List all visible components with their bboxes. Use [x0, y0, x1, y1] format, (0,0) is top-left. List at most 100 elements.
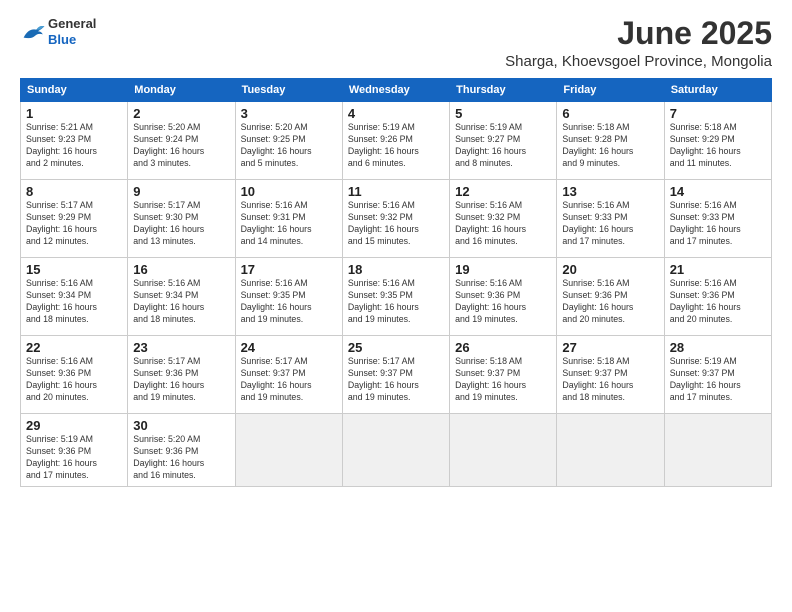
table-row: 24Sunrise: 5:17 AM Sunset: 9:37 PM Dayli… [235, 336, 342, 414]
table-row [664, 414, 771, 487]
day-info: Sunrise: 5:17 AM Sunset: 9:36 PM Dayligh… [133, 356, 229, 404]
day-number: 16 [133, 262, 229, 277]
day-number: 3 [241, 106, 337, 121]
day-number: 29 [26, 418, 122, 433]
day-info: Sunrise: 5:16 AM Sunset: 9:33 PM Dayligh… [670, 200, 766, 248]
title-block: June 2025 Sharga, Khoevsgoel Province, M… [505, 16, 772, 70]
table-row: 11Sunrise: 5:16 AM Sunset: 9:32 PM Dayli… [342, 180, 449, 258]
day-number: 5 [455, 106, 551, 121]
table-row: 3Sunrise: 5:20 AM Sunset: 9:25 PM Daylig… [235, 102, 342, 180]
table-row: 19Sunrise: 5:16 AM Sunset: 9:36 PM Dayli… [450, 258, 557, 336]
day-info: Sunrise: 5:17 AM Sunset: 9:29 PM Dayligh… [26, 200, 122, 248]
page: General Blue June 2025 Sharga, Khoevsgoe… [0, 0, 792, 497]
col-thursday: Thursday [450, 79, 557, 102]
day-info: Sunrise: 5:20 AM Sunset: 9:25 PM Dayligh… [241, 122, 337, 170]
day-info: Sunrise: 5:18 AM Sunset: 9:37 PM Dayligh… [562, 356, 658, 404]
table-row: 2Sunrise: 5:20 AM Sunset: 9:24 PM Daylig… [128, 102, 235, 180]
day-number: 24 [241, 340, 337, 355]
day-info: Sunrise: 5:18 AM Sunset: 9:37 PM Dayligh… [455, 356, 551, 404]
day-number: 25 [348, 340, 444, 355]
table-row: 1Sunrise: 5:21 AM Sunset: 9:23 PM Daylig… [21, 102, 128, 180]
day-info: Sunrise: 5:16 AM Sunset: 9:36 PM Dayligh… [26, 356, 122, 404]
day-info: Sunrise: 5:19 AM Sunset: 9:37 PM Dayligh… [670, 356, 766, 404]
table-row: 15Sunrise: 5:16 AM Sunset: 9:34 PM Dayli… [21, 258, 128, 336]
table-row: 22Sunrise: 5:16 AM Sunset: 9:36 PM Dayli… [21, 336, 128, 414]
col-saturday: Saturday [664, 79, 771, 102]
day-info: Sunrise: 5:16 AM Sunset: 9:32 PM Dayligh… [348, 200, 444, 248]
day-info: Sunrise: 5:17 AM Sunset: 9:37 PM Dayligh… [241, 356, 337, 404]
day-info: Sunrise: 5:16 AM Sunset: 9:35 PM Dayligh… [348, 278, 444, 326]
table-row: 25Sunrise: 5:17 AM Sunset: 9:37 PM Dayli… [342, 336, 449, 414]
day-info: Sunrise: 5:18 AM Sunset: 9:28 PM Dayligh… [562, 122, 658, 170]
calendar-header-row: Sunday Monday Tuesday Wednesday Thursday… [21, 79, 772, 102]
day-number: 21 [670, 262, 766, 277]
table-row: 26Sunrise: 5:18 AM Sunset: 9:37 PM Dayli… [450, 336, 557, 414]
day-info: Sunrise: 5:16 AM Sunset: 9:34 PM Dayligh… [26, 278, 122, 326]
day-number: 27 [562, 340, 658, 355]
day-info: Sunrise: 5:16 AM Sunset: 9:36 PM Dayligh… [562, 278, 658, 326]
logo-icon [22, 21, 46, 43]
table-row: 17Sunrise: 5:16 AM Sunset: 9:35 PM Dayli… [235, 258, 342, 336]
day-number: 23 [133, 340, 229, 355]
table-row: 6Sunrise: 5:18 AM Sunset: 9:28 PM Daylig… [557, 102, 664, 180]
day-number: 18 [348, 262, 444, 277]
table-row [235, 414, 342, 487]
day-number: 2 [133, 106, 229, 121]
day-number: 1 [26, 106, 122, 121]
header: General Blue June 2025 Sharga, Khoevsgoe… [20, 16, 772, 70]
table-row [342, 414, 449, 487]
table-row [557, 414, 664, 487]
day-info: Sunrise: 5:21 AM Sunset: 9:23 PM Dayligh… [26, 122, 122, 170]
day-info: Sunrise: 5:16 AM Sunset: 9:36 PM Dayligh… [455, 278, 551, 326]
day-number: 10 [241, 184, 337, 199]
calendar-table: Sunday Monday Tuesday Wednesday Thursday… [20, 78, 772, 487]
col-tuesday: Tuesday [235, 79, 342, 102]
day-info: Sunrise: 5:16 AM Sunset: 9:35 PM Dayligh… [241, 278, 337, 326]
day-info: Sunrise: 5:16 AM Sunset: 9:36 PM Dayligh… [670, 278, 766, 326]
day-number: 8 [26, 184, 122, 199]
table-row: 7Sunrise: 5:18 AM Sunset: 9:29 PM Daylig… [664, 102, 771, 180]
day-number: 26 [455, 340, 551, 355]
day-info: Sunrise: 5:20 AM Sunset: 9:36 PM Dayligh… [133, 434, 229, 482]
day-info: Sunrise: 5:19 AM Sunset: 9:27 PM Dayligh… [455, 122, 551, 170]
day-number: 17 [241, 262, 337, 277]
table-row: 13Sunrise: 5:16 AM Sunset: 9:33 PM Dayli… [557, 180, 664, 258]
day-number: 12 [455, 184, 551, 199]
day-info: Sunrise: 5:18 AM Sunset: 9:29 PM Dayligh… [670, 122, 766, 170]
day-info: Sunrise: 5:16 AM Sunset: 9:33 PM Dayligh… [562, 200, 658, 248]
day-number: 28 [670, 340, 766, 355]
col-wednesday: Wednesday [342, 79, 449, 102]
logo-text-block: General Blue [48, 16, 96, 47]
day-info: Sunrise: 5:16 AM Sunset: 9:31 PM Dayligh… [241, 200, 337, 248]
logo: General Blue [20, 16, 96, 47]
day-number: 4 [348, 106, 444, 121]
table-row: 16Sunrise: 5:16 AM Sunset: 9:34 PM Dayli… [128, 258, 235, 336]
day-number: 6 [562, 106, 658, 121]
table-row: 18Sunrise: 5:16 AM Sunset: 9:35 PM Dayli… [342, 258, 449, 336]
day-info: Sunrise: 5:16 AM Sunset: 9:34 PM Dayligh… [133, 278, 229, 326]
table-row: 20Sunrise: 5:16 AM Sunset: 9:36 PM Dayli… [557, 258, 664, 336]
table-row: 9Sunrise: 5:17 AM Sunset: 9:30 PM Daylig… [128, 180, 235, 258]
table-row [450, 414, 557, 487]
table-row: 12Sunrise: 5:16 AM Sunset: 9:32 PM Dayli… [450, 180, 557, 258]
table-row: 8Sunrise: 5:17 AM Sunset: 9:29 PM Daylig… [21, 180, 128, 258]
logo-general-text: General Blue [48, 16, 96, 47]
table-row: 27Sunrise: 5:18 AM Sunset: 9:37 PM Dayli… [557, 336, 664, 414]
day-info: Sunrise: 5:16 AM Sunset: 9:32 PM Dayligh… [455, 200, 551, 248]
day-number: 14 [670, 184, 766, 199]
table-row: 14Sunrise: 5:16 AM Sunset: 9:33 PM Dayli… [664, 180, 771, 258]
table-row: 10Sunrise: 5:16 AM Sunset: 9:31 PM Dayli… [235, 180, 342, 258]
day-info: Sunrise: 5:17 AM Sunset: 9:30 PM Dayligh… [133, 200, 229, 248]
table-row: 30Sunrise: 5:20 AM Sunset: 9:36 PM Dayli… [128, 414, 235, 487]
day-info: Sunrise: 5:19 AM Sunset: 9:26 PM Dayligh… [348, 122, 444, 170]
day-number: 22 [26, 340, 122, 355]
day-number: 13 [562, 184, 658, 199]
table-row: 5Sunrise: 5:19 AM Sunset: 9:27 PM Daylig… [450, 102, 557, 180]
day-number: 19 [455, 262, 551, 277]
day-number: 11 [348, 184, 444, 199]
col-sunday: Sunday [21, 79, 128, 102]
col-monday: Monday [128, 79, 235, 102]
day-number: 9 [133, 184, 229, 199]
day-number: 15 [26, 262, 122, 277]
table-row: 28Sunrise: 5:19 AM Sunset: 9:37 PM Dayli… [664, 336, 771, 414]
